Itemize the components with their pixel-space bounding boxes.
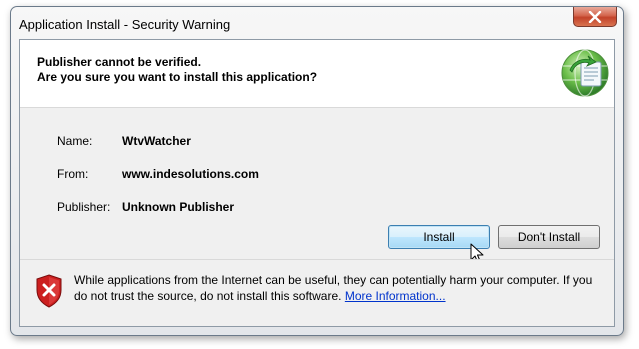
warning-headline: Publisher cannot be verified. [37,55,202,69]
dont-install-button[interactable]: Don't Install [498,225,600,249]
more-information-link[interactable]: More Information... [345,289,446,303]
title-bar[interactable]: Application Install - Security Warning [11,7,623,37]
clickonce-globe-icon [561,49,609,97]
header-panel: Publisher cannot be verified. Are you su… [20,40,614,108]
dialog-content: Publisher cannot be verified. Are you su… [19,39,615,327]
security-warning-text: While applications from the Internet can… [74,272,594,304]
warning-body: While applications from the Internet can… [74,273,593,303]
name-value: WtvWatcher [122,134,191,148]
close-icon [588,10,602,23]
name-label: Name: [57,134,93,148]
publisher-value: Unknown Publisher [122,200,235,214]
install-dialog: Application Install - Security Warning P… [10,6,624,336]
publisher-label: Publisher: [57,200,111,214]
security-shield-icon [36,274,62,308]
from-value: www.indesolutions.com [122,167,259,181]
install-question: Are you sure you want to install this ap… [37,70,318,84]
from-label: From: [57,167,89,181]
close-button[interactable] [573,7,617,27]
window-title: Application Install - Security Warning [19,17,231,32]
security-footer: While applications from the Internet can… [20,259,614,326]
